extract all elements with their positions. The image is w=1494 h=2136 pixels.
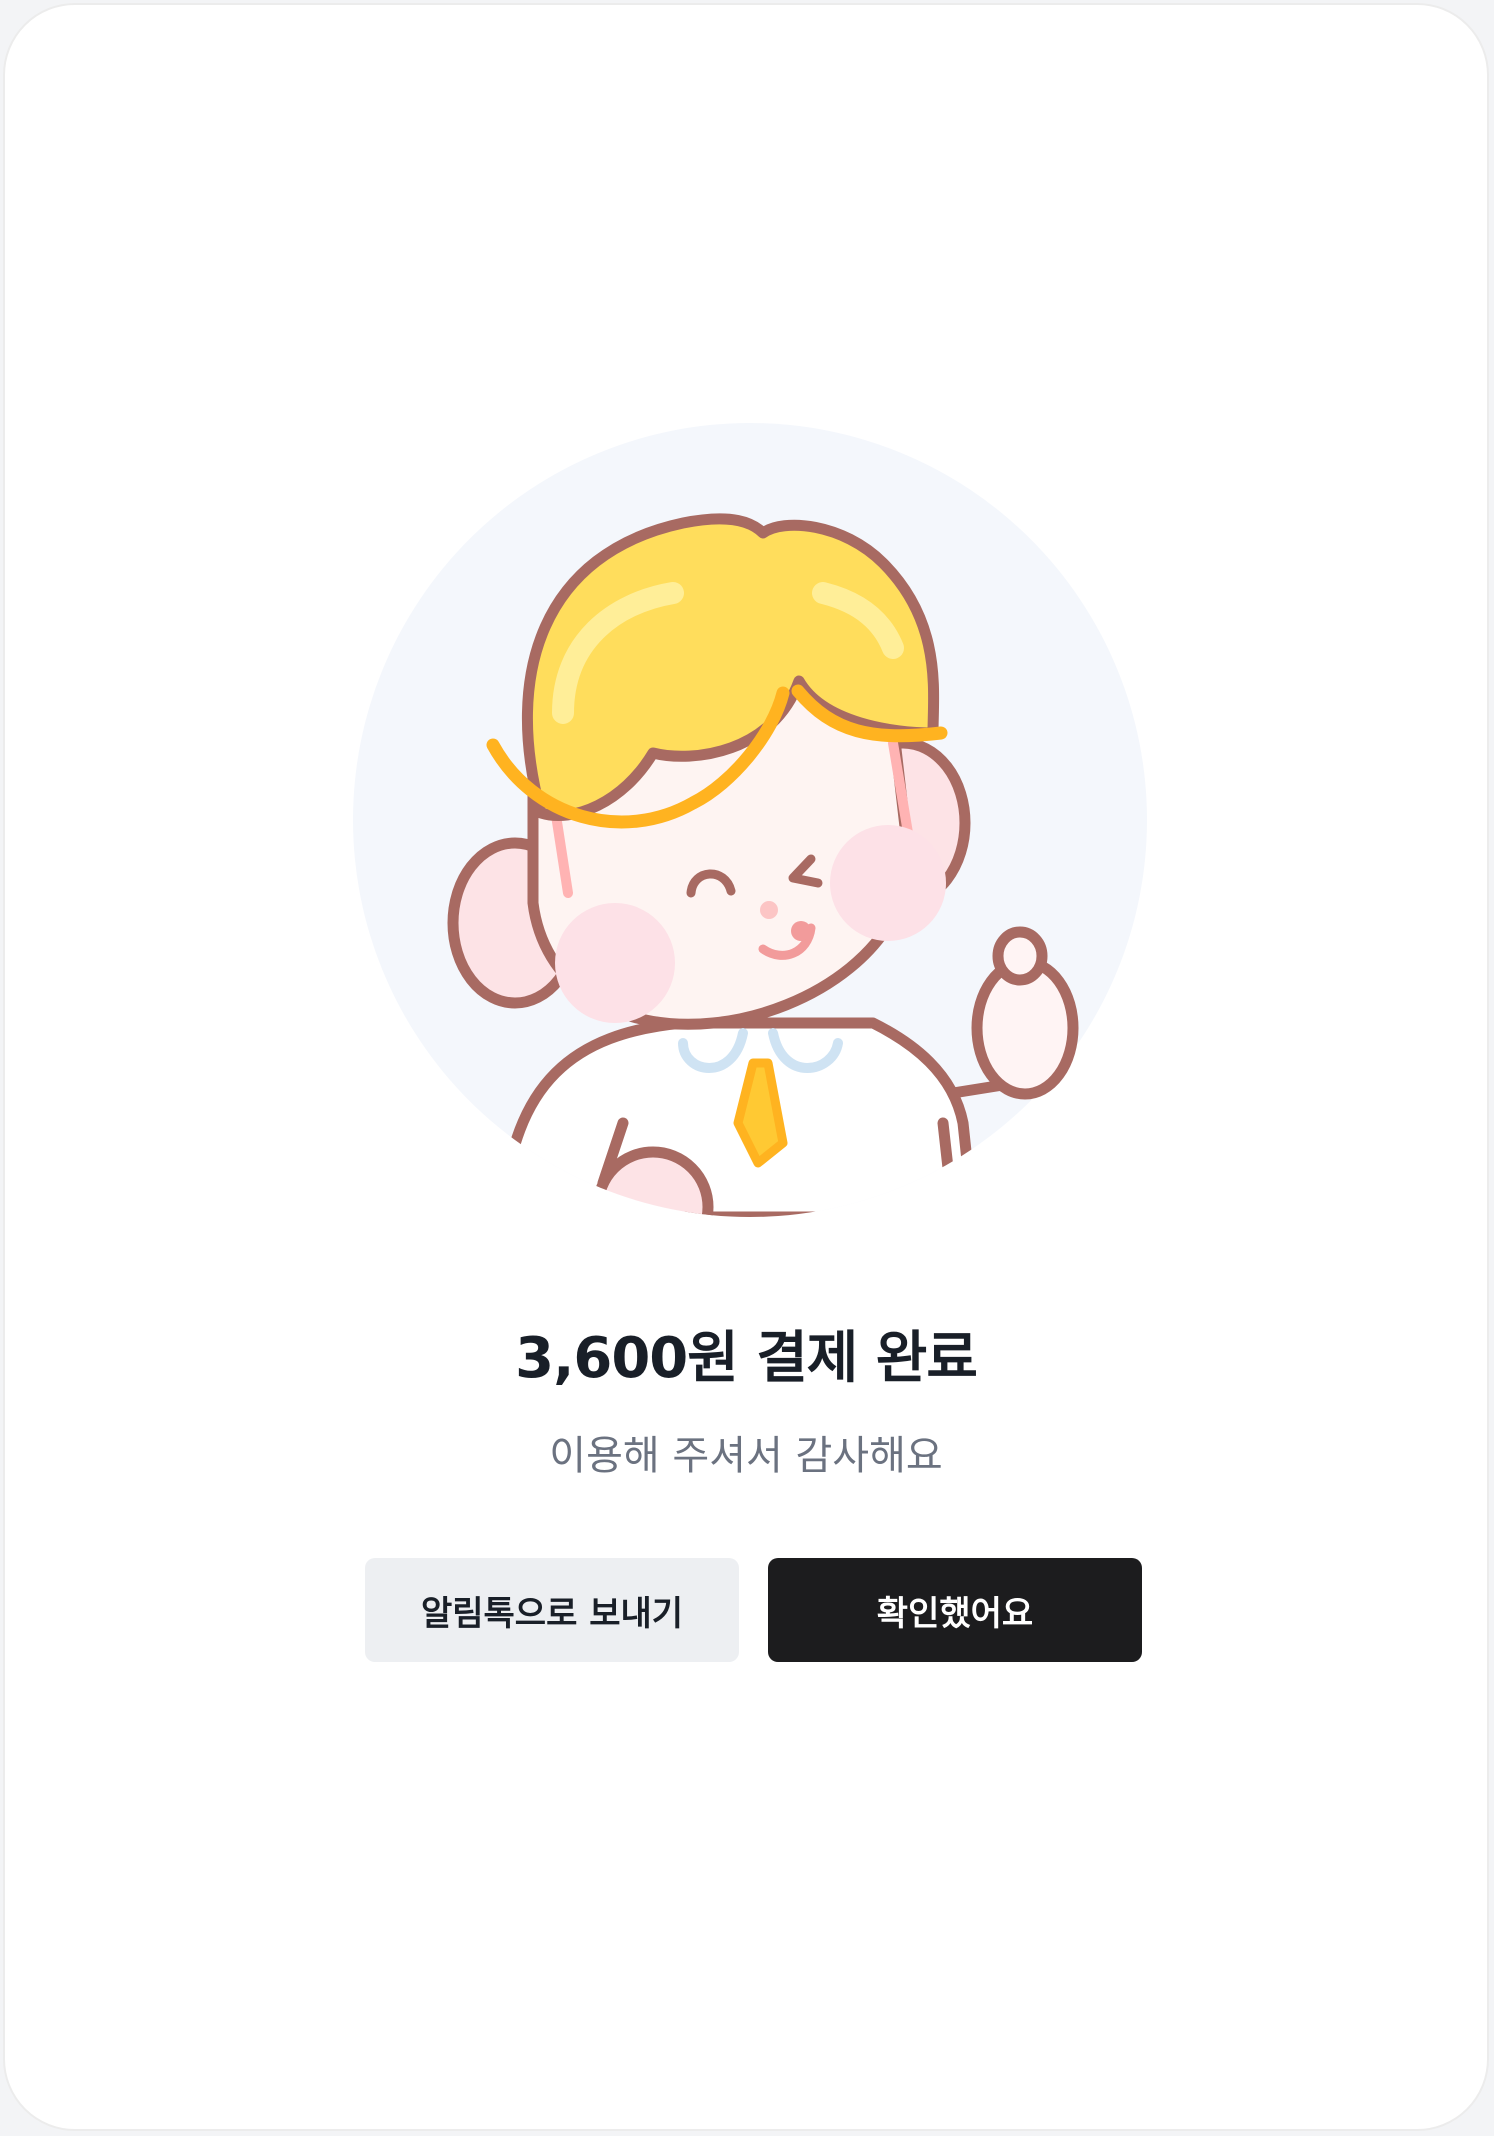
payment-complete-title: 3,600원 결제 완료 (515, 1326, 978, 1391)
thank-you-message: 이용해 주셔서 감사해요 (549, 1433, 943, 1479)
confirm-button[interactable]: 확인했어요 (768, 1558, 1142, 1662)
send-alimtalk-button[interactable]: 알림톡으로 보내기 (365, 1558, 739, 1662)
payment-complete-screen: 3,600원 결제 완료 이용해 주셔서 감사해요 알림톡으로 보내기 확인했어… (3, 3, 1489, 2131)
thumbs-up-character-illustration (353, 423, 1147, 1217)
character-icon (353, 423, 1147, 1217)
